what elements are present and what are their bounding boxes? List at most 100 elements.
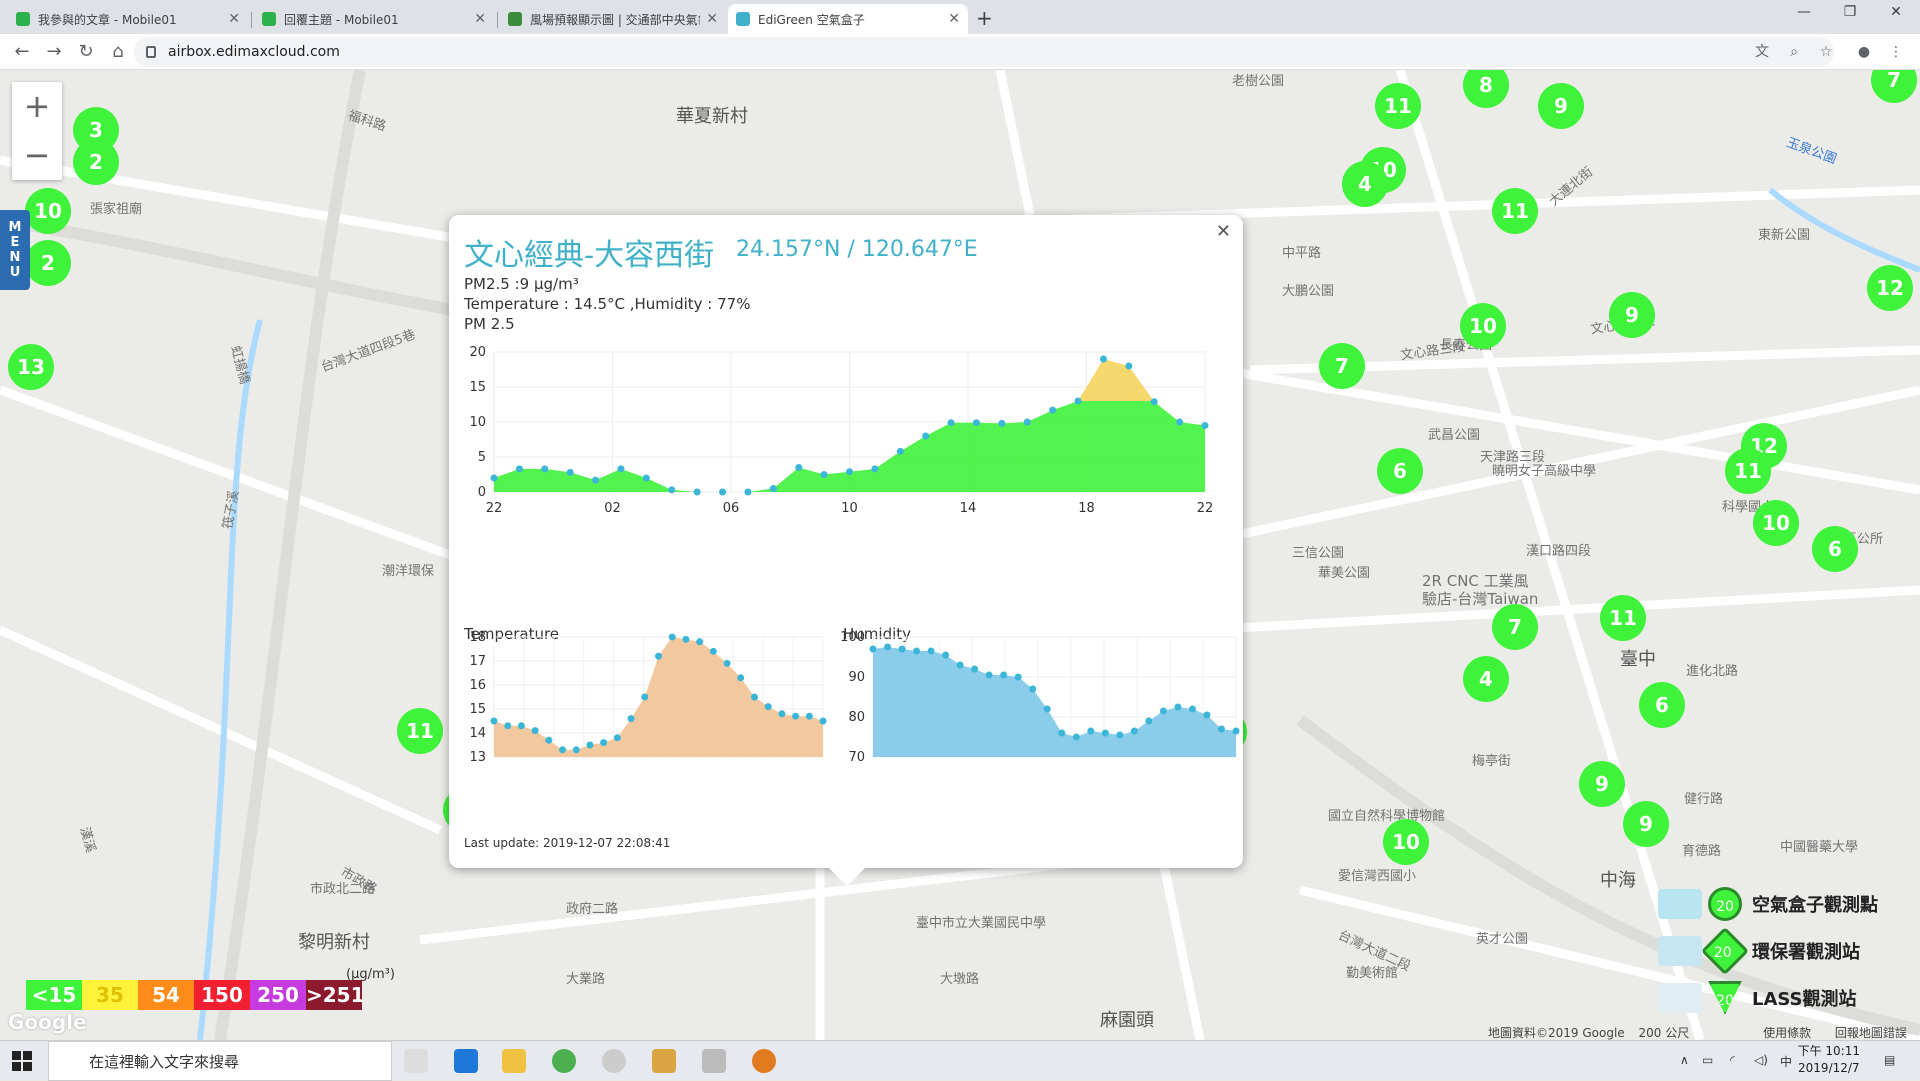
data-point: [1000, 671, 1008, 679]
station-marker[interactable]: 9: [1579, 761, 1625, 807]
station-marker[interactable]: 9: [1623, 801, 1669, 847]
task-view-icon[interactable]: [404, 1049, 428, 1073]
station-marker[interactable]: 6: [1812, 526, 1858, 572]
station-marker[interactable]: 4: [1463, 656, 1509, 702]
close-icon[interactable]: ✕: [1216, 221, 1231, 242]
browser-tab-2[interactable]: 回覆主題 - Mobile01 ✕: [254, 4, 494, 34]
restore-icon[interactable]: ❐: [1830, 4, 1870, 20]
close-tab-icon[interactable]: ✕: [948, 11, 960, 27]
browser-tab-1[interactable]: 我參與的文章 - Mobile01 ✕: [8, 4, 248, 34]
data-point: [922, 432, 930, 440]
bookmark-star-icon[interactable]: ☆: [1816, 42, 1836, 62]
window-close-icon[interactable]: ✕: [1876, 4, 1916, 20]
profile-avatar-icon[interactable]: ●: [1854, 42, 1874, 62]
translate-icon[interactable]: 文: [1752, 42, 1772, 62]
station-marker[interactable]: 12: [1867, 265, 1913, 311]
map-scale: 200 公尺: [1638, 1026, 1690, 1040]
address-bar[interactable]: airbox.edimaxcloud.com: [134, 37, 1834, 67]
tray-battery-icon[interactable]: ▭: [1702, 1053, 1713, 1067]
back-arrow-icon[interactable]: ←: [10, 40, 34, 64]
zoom-in-button[interactable]: +: [12, 82, 62, 131]
windows-start-icon[interactable]: [12, 1051, 32, 1071]
station-marker[interactable]: 10: [1383, 819, 1429, 865]
forward-arrow-icon[interactable]: →: [42, 40, 66, 64]
station-marker[interactable]: 11: [1725, 448, 1771, 494]
map-label: 育德路: [1682, 844, 1722, 859]
station-marker[interactable]: 10: [25, 188, 71, 234]
station-marker[interactable]: 11: [1600, 595, 1646, 641]
home-icon[interactable]: ⌂: [106, 40, 130, 64]
zoom-out-button[interactable]: −: [12, 131, 62, 180]
data-point: [490, 474, 498, 482]
station-marker[interactable]: 6: [1639, 682, 1685, 728]
app-icon[interactable]: [652, 1049, 676, 1073]
station-marker[interactable]: 13: [8, 344, 54, 390]
data-point: [1023, 418, 1031, 426]
new-tab-plus-icon[interactable]: +: [976, 6, 993, 30]
zoom-control: + −: [12, 82, 62, 180]
app-icon[interactable]: [702, 1049, 726, 1073]
map-label: 天津路三段: [1480, 450, 1546, 465]
x-tick-label: 14: [960, 501, 977, 516]
map-canvas[interactable]: 華夏新村 老樹公園 張家祖廟 虹揚橋 福科路 台灣大道四段5巷 中平路 大鵬公園…: [0, 70, 1920, 1040]
last-update: Last update: 2019-12-07 22:08:41: [464, 836, 671, 850]
notification-icon[interactable]: ▤: [1884, 1053, 1895, 1067]
taskbar-search-box[interactable]: 在這裡輸入文字來搜尋: [48, 1041, 392, 1081]
chrome-icon[interactable]: [552, 1049, 576, 1073]
station-marker[interactable]: 11: [1375, 83, 1421, 129]
ime-indicator[interactable]: 中: [1780, 1053, 1792, 1070]
close-tab-icon[interactable]: ✕: [706, 11, 718, 27]
station-marker[interactable]: 10: [1460, 303, 1506, 349]
close-tab-icon[interactable]: ✕: [474, 11, 486, 27]
tray-volume-icon[interactable]: ◁): [1754, 1053, 1768, 1067]
map-label: 臺中市立大業國民中學: [916, 916, 1047, 931]
station-marker[interactable]: 6: [1377, 448, 1423, 494]
y-tick-label: 16: [469, 678, 486, 693]
pm25-chart-label: PM 2.5: [464, 315, 515, 333]
cwb-favicon-icon: [508, 12, 522, 26]
data-point: [531, 727, 539, 735]
station-type-lass[interactable]: 20 LASS觀測站: [1658, 974, 1878, 1021]
kebab-menu-icon[interactable]: ⋮: [1886, 42, 1906, 62]
x-tick-label: 10: [841, 501, 858, 516]
station-marker[interactable]: 11: [397, 708, 443, 754]
clock[interactable]: 下午 10:11 2019/12/7: [1798, 1043, 1860, 1077]
data-point: [750, 693, 758, 701]
station-marker[interactable]: 9: [1538, 83, 1584, 129]
data-point: [1203, 711, 1211, 719]
reload-icon[interactable]: ↻: [74, 40, 98, 64]
station-marker[interactable]: 11: [1492, 188, 1538, 234]
data-point: [709, 647, 717, 655]
data-point: [592, 476, 600, 484]
station-type-epa[interactable]: 20 環保署觀測站: [1658, 926, 1878, 975]
data-point: [1072, 733, 1080, 741]
tray-network-icon[interactable]: ◜: [1730, 1053, 1735, 1067]
browser-tab-4-active[interactable]: EdiGreen 空氣盒子 ✕: [728, 4, 968, 34]
file-explorer-icon[interactable]: [502, 1049, 526, 1073]
station-type-airbox[interactable]: 20 空氣盒子觀測點: [1658, 880, 1878, 927]
browser-tab-3[interactable]: 風場預報顯示圖 | 交通部中央氣象 ✕: [500, 4, 726, 34]
close-tab-icon[interactable]: ✕: [228, 11, 240, 27]
data-point: [998, 419, 1006, 427]
data-point: [719, 488, 727, 496]
data-point: [613, 734, 621, 742]
tray-overflow-icon[interactable]: ∧: [1680, 1053, 1689, 1067]
menu-button[interactable]: M E N U: [0, 210, 30, 290]
data-point: [559, 746, 567, 754]
station-marker[interactable]: 4: [1342, 161, 1388, 207]
station-marker[interactable]: 2: [73, 139, 119, 185]
zoom-icon[interactable]: ⌕: [1784, 42, 1804, 62]
windows-taskbar: 在這裡輸入文字來搜尋 ∧ ▭ ◜ ◁) 中 下午 10:11 2019/12/7…: [0, 1040, 1920, 1081]
edge-browser-icon[interactable]: [454, 1049, 478, 1073]
station-marker[interactable]: 2: [25, 240, 71, 286]
report-error-link[interactable]: 回報地圖錯誤: [1835, 1026, 1907, 1040]
app-icon[interactable]: [752, 1049, 776, 1073]
station-marker[interactable]: 7: [1492, 604, 1538, 650]
station-marker[interactable]: 7: [1319, 343, 1365, 389]
minimize-icon[interactable]: —: [1784, 4, 1824, 20]
y-tick-label: 80: [848, 710, 865, 725]
app-icon[interactable]: [602, 1049, 626, 1073]
station-marker[interactable]: 10: [1753, 500, 1799, 546]
terms-link[interactable]: 使用條款: [1763, 1026, 1811, 1040]
station-marker[interactable]: 9: [1609, 292, 1655, 338]
